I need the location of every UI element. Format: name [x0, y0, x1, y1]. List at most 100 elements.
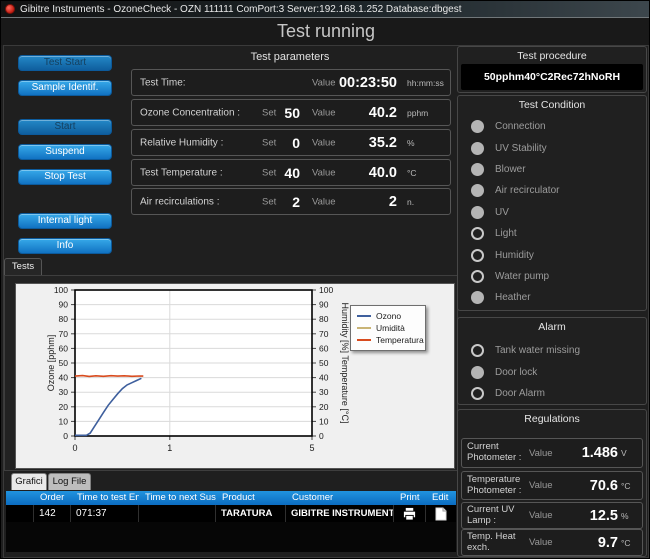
table-row[interactable]: 142 071:37 TARATURA GIBITRE INSTRUMENTS …	[6, 505, 456, 522]
print-button[interactable]	[394, 505, 426, 522]
svg-text:70: 70	[319, 329, 329, 339]
customer-cell: GIBITRE INSTRUMENTS S...	[286, 505, 394, 522]
param-value: 40.0	[369, 165, 397, 181]
reg-unit: %	[621, 511, 637, 521]
svg-text:20: 20	[59, 402, 69, 412]
param-label: Relative Humidity :	[140, 137, 223, 148]
status-light-icon	[471, 120, 484, 133]
reg-value: 12.5	[563, 508, 621, 524]
reg-label: Temperature Photometer :	[467, 475, 529, 497]
value-label: Value	[312, 196, 336, 207]
test-start-button[interactable]: Test Start	[18, 55, 112, 71]
chart-legend: Ozono Umidità Temperatura	[350, 305, 426, 351]
condition-label: UV	[495, 207, 509, 218]
svg-text:100: 100	[319, 285, 333, 295]
test-condition-title: Test Condition	[458, 96, 646, 111]
legend-line-swatch	[357, 339, 371, 341]
time-to-test-end-cell: 071:37	[71, 505, 139, 522]
test-procedure-title: Test procedure	[458, 47, 646, 62]
condition-water-pump: Water pump	[458, 266, 646, 287]
alarm-label: Door lock	[495, 367, 537, 378]
svg-text:0: 0	[63, 431, 68, 441]
set-label: Set	[262, 107, 276, 118]
status-light-icon	[471, 344, 484, 357]
header-edit: Edit	[426, 491, 456, 505]
condition-label: Water pump	[495, 271, 549, 282]
svg-text:0: 0	[319, 431, 324, 441]
status-light-icon	[471, 227, 484, 240]
reg-row-current-photometer: Current Photometer : Value 1.486 V	[461, 438, 643, 468]
svg-text:90: 90	[319, 300, 329, 310]
titlebar: Gibitre Instruments - OzoneCheck - OZN 1…	[1, 1, 650, 17]
edit-button[interactable]	[426, 505, 456, 522]
value-label: Value	[529, 510, 563, 521]
reg-row-temperature-photometer: Temperature Photometer : Value 70.6 °C	[461, 471, 643, 500]
value-label: Value	[312, 137, 336, 148]
set-value: 0	[292, 135, 300, 151]
set-label: Set	[262, 137, 276, 148]
reg-value: 70.6	[563, 478, 621, 494]
legend-entry-temperatura: Temperatura	[357, 334, 419, 346]
reg-label: Current Photometer :	[467, 442, 529, 464]
svg-text:60: 60	[59, 343, 69, 353]
svg-text:30: 30	[59, 387, 69, 397]
condition-heather: Heather	[458, 287, 646, 308]
alarm-label: Tank water missing	[495, 345, 580, 356]
svg-text:1: 1	[167, 443, 172, 453]
legend-label: Ozono	[376, 311, 401, 321]
param-unit: hh:mm:ss	[407, 78, 444, 88]
legend-entry-umidita: Umidità	[357, 322, 419, 334]
app-logo-icon	[5, 4, 15, 14]
set-value: 40	[284, 165, 300, 181]
condition-label: Light	[495, 228, 517, 239]
window-title: Gibitre Instruments - OzoneCheck - OZN 1…	[20, 4, 462, 15]
param-unit: °C	[407, 168, 417, 178]
tab-grafici[interactable]: Grafici	[11, 473, 47, 490]
start-button[interactable]: Start	[18, 119, 112, 135]
svg-text:80: 80	[319, 314, 329, 324]
product-cell: TARATURA	[216, 505, 286, 522]
legend-label: Umidità	[376, 323, 405, 333]
param-unit: n.	[407, 197, 414, 207]
reg-value: 9.7	[563, 535, 621, 551]
param-value: 40.2	[369, 105, 397, 121]
svg-text:20: 20	[319, 402, 329, 412]
svg-text:10: 10	[319, 416, 329, 426]
condition-label: Humidity	[495, 250, 534, 261]
set-value: 2	[292, 194, 300, 210]
order-cell: 142	[34, 505, 71, 522]
suspend-button[interactable]: Suspend	[18, 144, 112, 160]
param-unit: pphm	[407, 108, 428, 118]
internal-light-button[interactable]: Internal light	[18, 213, 112, 229]
param-row-humidity: Relative Humidity : Set 0 Value 35.2 %	[131, 129, 451, 156]
alarm-door-lock: Door lock	[458, 362, 646, 384]
param-value: 2	[389, 194, 397, 210]
row-selector-cell	[6, 505, 34, 522]
status-light-icon	[471, 249, 484, 262]
status-light-icon	[471, 184, 484, 197]
sample-identif-button[interactable]: Sample Identif.	[18, 80, 112, 96]
header-product: Product	[216, 491, 286, 505]
test-procedure-value: 50pphm40°C2Rec72hNoRH	[461, 64, 643, 90]
header-print: Print	[394, 491, 426, 505]
condition-humidity: Humidity	[458, 244, 646, 265]
reg-value: 1.486	[563, 445, 621, 461]
legend-line-swatch	[357, 327, 371, 329]
param-row-temperature: Test Temperature : Set 40 Value 40.0 °C	[131, 159, 451, 186]
tab-log-file[interactable]: Log File	[48, 473, 91, 490]
svg-text:70: 70	[59, 329, 69, 339]
param-row-ozone: Ozone Concentration : Set 50 Value 40.2 …	[131, 99, 451, 126]
test-parameters-title: Test parameters	[129, 51, 451, 63]
alarm-label: Door Alarm	[495, 388, 545, 399]
regulations-title: Regulations	[458, 410, 646, 425]
legend-label: Temperatura	[376, 335, 424, 345]
info-button[interactable]: Info	[18, 238, 112, 254]
param-label: Air recirculations :	[140, 196, 219, 207]
param-label: Ozone Concentration :	[140, 107, 240, 118]
stop-test-button[interactable]: Stop Test	[18, 169, 112, 185]
svg-text:5: 5	[309, 443, 314, 453]
tab-tests[interactable]: Tests	[4, 258, 42, 275]
time-to-next-susp-cell	[139, 505, 216, 522]
svg-text:0: 0	[72, 443, 77, 453]
alarm-door-alarm: Door Alarm	[458, 383, 646, 405]
